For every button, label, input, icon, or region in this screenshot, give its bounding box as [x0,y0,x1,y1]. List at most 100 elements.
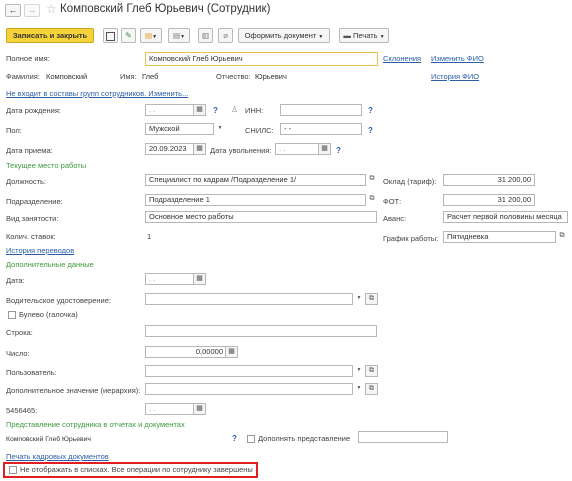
string-input[interactable] [145,325,377,337]
employment-type-input[interactable]: Основное место работы [145,211,377,223]
print-hr-documents-link[interactable]: Печать кадровых документов [6,452,109,462]
save-button[interactable] [103,28,118,43]
bool-checkbox[interactable] [8,311,16,319]
open-link-icon: ⧉ [369,295,374,302]
fot-input[interactable]: 31 200,00 [443,194,535,206]
hierarchy-open-button[interactable]: ⧉ [365,383,378,395]
name-label: Имя: [120,72,137,81]
fio-history-link[interactable]: История ФИО [431,72,479,82]
hierarchy-dropdown-button[interactable]: ▼ [352,383,365,395]
print-button[interactable]: ▬ Печать ▼ [339,28,389,43]
snils-input[interactable]: - - [280,123,362,135]
help-icon[interactable]: ? [213,106,218,116]
archive-icon: ▥ [201,31,210,40]
surname-label: Фамилия: [6,72,40,81]
full-name-input[interactable]: Комповский Глеб Юрьевич [145,52,378,66]
calendar-icon: ▦ [196,145,203,152]
full-name-label: Полное имя: [6,54,50,63]
inn-input[interactable] [280,104,362,116]
patronymic-value: Юрьевич [255,72,287,81]
driver-license-input[interactable] [145,293,377,305]
change-fio-link[interactable]: Изменить ФИО [431,54,484,64]
back-button[interactable]: ← [5,4,21,17]
chevron-down-icon: ▼ [217,125,223,131]
help-icon[interactable]: ? [232,434,237,444]
user-open-button[interactable]: ⧉ [365,365,378,377]
forward-button[interactable]: → [24,4,40,17]
help-icon[interactable]: ? [368,106,373,116]
representation-extension-input[interactable] [358,431,448,443]
help-icon[interactable]: ? [336,146,341,156]
open-link-icon: ⧉ [559,232,565,239]
related-documents-button[interactable]: ▤▼ [168,28,190,43]
salary-label: Оклад (тариф): [383,177,437,186]
calendar-button[interactable]: ▦ [193,104,206,116]
help-icon[interactable]: ? [368,126,373,136]
code-field-label: 5456465: [6,406,38,415]
inn-label: ИНН: [245,106,264,115]
printer-icon: ▬ [343,31,351,40]
driver-license-open-button[interactable]: ⧉ [365,293,378,305]
open-link-icon: ⧉ [369,367,374,374]
window-title: Комповский Глеб Юрьевич (Сотрудник) [60,3,271,15]
archive-button[interactable]: ▥ [198,28,213,43]
chevron-down-icon: ▼ [379,34,385,40]
bool-checkbox-label: Булево (галочка) [19,310,78,319]
calendar-icon: ▦ [196,106,203,113]
transfers-history-link[interactable]: История переводов [6,246,74,256]
name-value: Глеб [142,72,159,81]
favorite-star-icon[interactable]: ☆ [46,2,57,16]
post-document-button[interactable]: ✎ [121,28,136,43]
calendar-button[interactable]: ▦ [193,403,206,415]
paperclip-icon: ⌀ [223,31,228,40]
calculator-icon: ▦ [228,348,235,355]
save-and-close-button[interactable]: Записать и закрыть [6,28,94,43]
user-dropdown-button[interactable]: ▼ [352,365,365,377]
work-schedule-input[interactable]: Пятидневка [443,231,568,243]
calendar-button[interactable]: ▦ [193,143,206,155]
work-schedule-label: График работы: [383,234,439,243]
birth-date-label: Дата рождения: [6,106,61,115]
attach-file-button[interactable]: ⌀ [218,28,233,43]
advance-label: Аванс: [383,214,407,223]
hierarchy-value-label: Дополнительное значение (иерархия): [6,386,141,395]
document-create-icon: ▤ [144,31,153,40]
open-department-button[interactable]: ⧉ [365,194,378,206]
employee-groups-link[interactable]: Не входит в составы групп сотрудников. И… [6,89,188,99]
department-input[interactable]: Подразделение 1 [145,194,377,206]
hierarchy-value-input[interactable] [145,383,377,395]
representation-value: Комповский Глеб Юрьевич [6,436,91,443]
user-input[interactable] [145,365,377,377]
number-label: Число: [6,349,30,358]
calendar-button[interactable]: ▦ [193,273,206,285]
gender-dropdown-button[interactable]: ▼ [213,123,226,135]
calendar-button[interactable]: ▦ [318,143,331,155]
current-workplace-section-title: Текущее место работы [6,161,87,170]
chevron-down-icon: ▼ [318,34,324,40]
chevron-down-icon: ▼ [180,34,186,40]
floppy-disk-icon [106,32,115,41]
hide-in-lists-checkbox[interactable] [9,466,17,474]
open-schedule-button[interactable]: ⧉ [555,231,568,243]
documents-icon: ▤ [172,31,181,40]
rates-count-label: Колич. ставок: [6,232,56,241]
chevron-down-icon: ▼ [356,385,362,391]
position-input[interactable]: Специалист по кадрам /Подразделение 1/ [145,174,377,186]
arrow-right-icon: → [27,5,37,15]
calculator-button[interactable]: ▦ [225,346,238,358]
fot-label: ФОТ: [383,197,402,206]
employment-type-label: Вид занятости: [6,214,59,223]
salary-input[interactable]: 31 200,00 [443,174,535,186]
open-position-button[interactable]: ⧉ [365,174,378,186]
extend-representation-label: Дополнять представление [258,434,351,443]
representation-section-title: Представление сотрудника в отчетах и док… [6,420,185,429]
open-link-icon: ⧉ [369,385,374,392]
declensions-link[interactable]: Склонения [383,54,421,64]
advance-input[interactable]: Расчет первой половины месяца [443,211,568,223]
format-document-button[interactable]: Оформить документ ▼ [238,28,330,43]
calendar-icon: ▦ [196,275,203,282]
string-label: Строка: [6,328,33,337]
driver-license-dropdown-button[interactable]: ▼ [352,293,365,305]
extend-representation-checkbox[interactable] [247,435,255,443]
create-based-on-button[interactable]: ▤▼ [140,28,162,43]
